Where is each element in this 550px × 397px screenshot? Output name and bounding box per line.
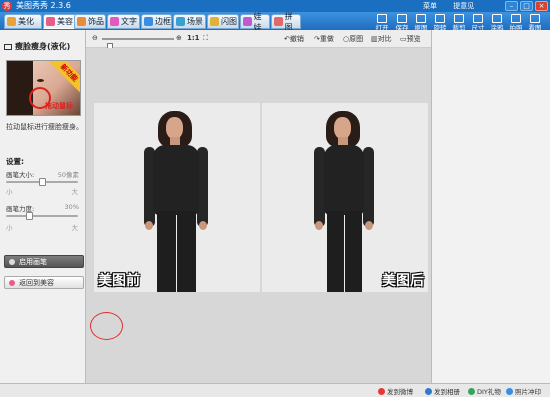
- weibo-icon: [378, 387, 385, 395]
- scene-icon: [176, 17, 185, 26]
- back-icon: [9, 280, 15, 286]
- brush-icon: [4, 43, 12, 50]
- woman-figure: [136, 111, 216, 292]
- panel-title: 瘦脸瘦身(液化): [4, 41, 70, 52]
- text-icon: [110, 17, 119, 26]
- frame-icon: [144, 17, 153, 26]
- image-canvas[interactable]: 美图前 美图后: [86, 48, 431, 383]
- photo-print-link[interactable]: 照片冲印: [506, 386, 541, 396]
- back-to-beauty-button[interactable]: 返回到美容: [4, 276, 84, 289]
- zoom-slider[interactable]: [102, 38, 174, 51]
- share-album-link[interactable]: 发到相册: [425, 386, 460, 396]
- redo-button[interactable]: ↷重做: [314, 34, 334, 44]
- tab-collage[interactable]: 拼图: [271, 12, 301, 32]
- open-folder-icon: [377, 14, 387, 23]
- main-tab-bar: 美化 美容 饰品 文字 边框 场景 闪图 娃娃 拼图 打开 保存 抠图 旋转 裁…: [0, 12, 550, 32]
- tool-description: 拉动鼠标进行瘦脸瘦身。: [6, 123, 83, 131]
- crop-icon: [454, 14, 464, 23]
- app-logo-icon: 秀: [2, 1, 12, 11]
- example-thumbnail: 新功能 拖动鼠标: [6, 60, 81, 116]
- share-weibo-link[interactable]: 发到微博: [378, 386, 413, 396]
- brush-size-label: 画笔大小:: [6, 171, 35, 179]
- gift-icon: [468, 387, 475, 395]
- makeover-icon: [46, 17, 55, 26]
- feedback-link[interactable]: 提意见: [453, 2, 474, 10]
- cutout-icon: [416, 14, 426, 23]
- zoom-in-icon[interactable]: ⊕: [176, 34, 182, 42]
- status-bar: 发到微博 发到相册 DIY礼物 照片冲印: [0, 383, 550, 397]
- collage-icon: [274, 17, 283, 26]
- canvas-toolbar: ⊖ ⊕ 1:1 ⛶ ↶撤销 ↷重做 ○原图 ▥对比 ▭预览: [86, 30, 431, 51]
- tab-frame[interactable]: 边框: [141, 14, 172, 29]
- save-icon: [397, 14, 407, 23]
- flash-icon: [210, 17, 219, 26]
- fit-window-icon[interactable]: ⛶: [203, 34, 208, 43]
- brush-strength-value: 30%: [64, 203, 79, 211]
- right-panel: [431, 30, 550, 383]
- tab-scene[interactable]: 场景: [173, 14, 206, 29]
- tab-accessories[interactable]: 饰品: [74, 14, 106, 29]
- tab-doll[interactable]: 娃娃: [240, 12, 270, 32]
- new-feature-ribbon: 新功能: [47, 61, 80, 95]
- preview-button[interactable]: ▭预览: [400, 34, 421, 44]
- doodle-icon: [492, 14, 502, 23]
- compare-button[interactable]: ▥对比: [371, 34, 392, 44]
- beautify-icon: [7, 17, 16, 26]
- original-button[interactable]: ○原图: [343, 34, 363, 44]
- brush-cursor: [90, 312, 123, 340]
- actual-size-button[interactable]: 1:1: [187, 34, 200, 42]
- woman-figure: [304, 111, 384, 292]
- doll-icon: [243, 17, 252, 26]
- before-label: 美图前: [98, 273, 140, 289]
- camera-icon: [511, 14, 521, 23]
- after-label: 美图后: [382, 273, 424, 289]
- zoom-out-icon[interactable]: ⊖: [92, 34, 98, 42]
- undo-button[interactable]: ↶撤销: [284, 34, 304, 44]
- title-bar: 秀 美图秀秀 2.3.6 菜单 提意见 – □ ×: [0, 0, 550, 12]
- brush-size-value: 50像素: [57, 171, 79, 179]
- after-photo: 美图后: [262, 103, 428, 292]
- brush-strength-knob[interactable]: [26, 212, 33, 220]
- minimize-button[interactable]: –: [505, 1, 518, 11]
- rotate-icon: [435, 14, 445, 23]
- app-window: 秀 美图秀秀 2.3.6 菜单 提意见 – □ × 美化 美容 饰品 文字 边框…: [0, 0, 550, 397]
- tab-flash[interactable]: 闪图: [207, 14, 239, 29]
- brush-strength-max: 大: [71, 224, 79, 232]
- brush-size-min: 小: [6, 188, 13, 196]
- before-photo: 美图前: [94, 103, 260, 292]
- window-title: 美图秀秀 2.3.6: [16, 1, 71, 10]
- accessories-icon: [77, 17, 86, 26]
- drag-hint: 拖动鼠标: [45, 102, 73, 110]
- tab-beautify[interactable]: 美化: [4, 14, 42, 29]
- menu-link[interactable]: 菜单: [423, 2, 437, 10]
- brush-size-max: 大: [71, 188, 79, 196]
- close-button[interactable]: ×: [535, 1, 548, 11]
- settings-label: 设置:: [6, 157, 24, 166]
- brush-strength-slider[interactable]: [6, 212, 78, 220]
- resize-icon: [473, 14, 483, 23]
- brush-size-knob[interactable]: [39, 178, 46, 186]
- tool-panel: 瘦脸瘦身(液化) 新功能 拖动鼠标 拉动鼠标进行瘦脸瘦身。 设置: 画笔大小: …: [0, 30, 86, 383]
- diy-gift-link[interactable]: DIY礼物: [468, 386, 501, 396]
- brush-strength-min: 小: [6, 224, 13, 232]
- tab-text[interactable]: 文字: [107, 14, 140, 29]
- enable-brush-button[interactable]: 启用画笔: [4, 255, 84, 268]
- album-icon: [425, 387, 432, 395]
- brush-size-slider[interactable]: [6, 178, 78, 186]
- maximize-button[interactable]: □: [520, 1, 533, 11]
- brush-dot-icon: [9, 259, 15, 265]
- view-image-icon: [530, 14, 540, 23]
- print-icon: [506, 387, 513, 395]
